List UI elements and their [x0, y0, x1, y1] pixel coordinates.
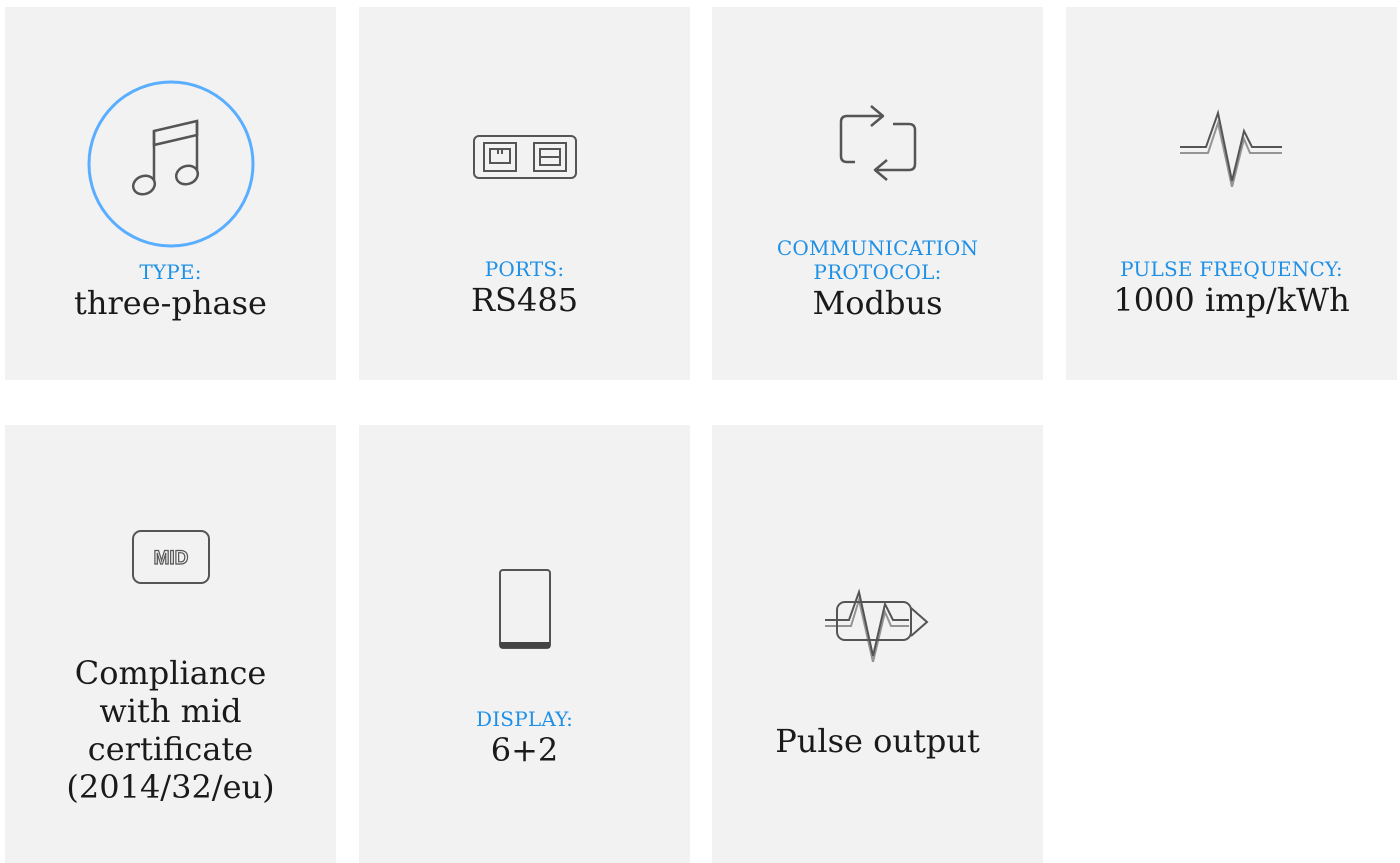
spec-label-line2: PROTOCOL: [813, 260, 942, 284]
ports-icon [359, 134, 690, 180]
spec-label: TYPE: [139, 260, 202, 284]
mid-line: Compliance [74, 654, 267, 692]
display-icon [359, 568, 690, 650]
mid-badge-text: MID [153, 548, 188, 569]
spec-card-mid: MID Compliance with mid certificate (201… [5, 425, 336, 863]
spec-value: 6+2 [490, 731, 559, 769]
spec-card-type: TYPE: three-phase [5, 7, 336, 380]
mid-badge-icon: MID [5, 529, 336, 585]
spec-value: RS485 [470, 281, 579, 319]
pulse-output-icon [712, 582, 1043, 662]
pulse-output-text: Pulse output [775, 722, 980, 760]
music-note-icon [5, 79, 336, 249]
spec-card-ports: PORTS: RS485 [359, 7, 690, 380]
spec-label: DISPLAY: [475, 707, 574, 731]
spec-card-pulse-frequency: PULSE FREQUENCY: 1000 imp/kWh [1066, 7, 1397, 380]
spec-label: PULSE FREQUENCY: [1120, 257, 1343, 281]
spec-value: three-phase [74, 284, 267, 322]
mid-line: (2014/32/eu) [66, 768, 275, 806]
sync-arrows-icon [712, 100, 1043, 186]
spec-label: PORTS: [484, 257, 565, 281]
mid-line: certificate [87, 730, 254, 768]
spec-card-protocol: COMMUNICATION PROTOCOL: Modbus [712, 7, 1043, 380]
mid-line: with mid [99, 692, 242, 730]
spec-label-line1: COMMUNICATION [776, 236, 979, 260]
spec-card-pulse-output: Pulse output [712, 425, 1043, 863]
spec-value: Modbus [812, 284, 943, 322]
pulse-wave-icon [1066, 103, 1397, 187]
spec-card-display: DISPLAY: 6+2 [359, 425, 690, 863]
spec-value: 1000 imp/kWh [1113, 281, 1350, 319]
